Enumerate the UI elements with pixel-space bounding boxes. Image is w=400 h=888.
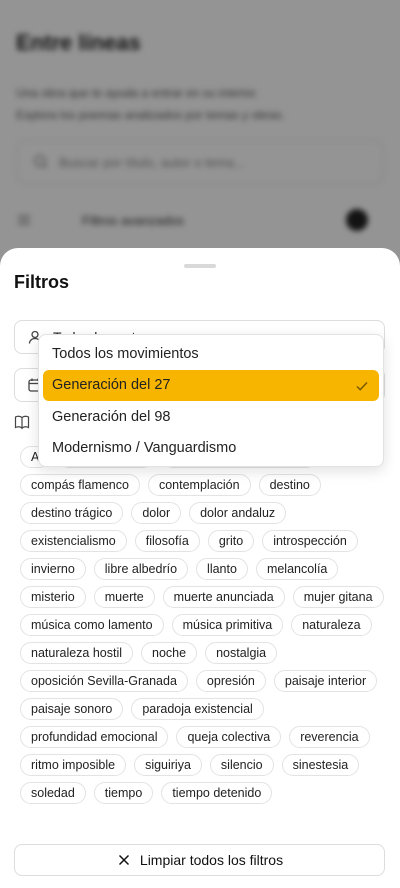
tag-chip[interactable]: oposición Sevilla-Granada	[20, 670, 188, 692]
tag-chip[interactable]: soledad	[20, 782, 86, 804]
sheet-drag-handle[interactable]	[184, 264, 216, 268]
tag-chip[interactable]: tiempo	[93, 782, 154, 804]
tag-chip[interactable]: dolor	[131, 502, 182, 524]
tag-chip[interactable]: profundidad emocional	[20, 726, 169, 748]
book-icon	[14, 415, 30, 430]
tag-chip[interactable]: paisaje sonoro	[20, 698, 124, 720]
tag-chip[interactable]: música primitiva	[171, 614, 284, 636]
tag-chip[interactable]: mujer gitana	[292, 586, 384, 608]
tag-chip[interactable]: nostalgia	[205, 642, 278, 664]
movement-option[interactable]: Generación del 27	[43, 369, 379, 401]
tag-chip[interactable]: naturaleza	[291, 614, 372, 636]
tag-chip[interactable]: misterio	[20, 586, 86, 608]
tag-chip[interactable]: silencio	[209, 754, 274, 776]
sheet-title: Filtros	[14, 272, 70, 292]
tag-chip[interactable]: siguiriya	[134, 754, 202, 776]
tag-chip[interactable]: sinestesia	[281, 754, 360, 776]
tag-chip[interactable]: opresión	[195, 670, 266, 692]
tag-chip[interactable]: reverencia	[289, 726, 370, 748]
tag-chip[interactable]: naturaleza hostil	[20, 642, 134, 664]
tag-chip[interactable]: introspección	[262, 530, 358, 552]
check-icon	[356, 381, 368, 391]
tag-chip[interactable]: paisaje interior	[273, 670, 378, 692]
tag-chip[interactable]: melancolía	[255, 558, 339, 580]
movement-option[interactable]: Generación del 98	[43, 401, 379, 433]
tag-chip[interactable]: libre albedrío	[93, 558, 189, 580]
tag-chip[interactable]: ritmo imposible	[20, 754, 127, 776]
tag-chip[interactable]: grito	[207, 530, 255, 552]
movement-option[interactable]: Modernismo / Vanguardismo	[43, 433, 379, 465]
tag-chip[interactable]: muerte anunciada	[162, 586, 285, 608]
tag-chip[interactable]: paradoja existencial	[131, 698, 264, 720]
clear-filters-button[interactable]: Limpiar todos los filtros	[14, 844, 385, 876]
tag-chip[interactable]: invierno	[20, 558, 86, 580]
tag-chip[interactable]: contemplación	[147, 474, 251, 496]
tag-chip[interactable]: tiempo detenido	[161, 782, 273, 804]
tag-chip[interactable]: llanto	[196, 558, 248, 580]
clear-filters-label: Limpiar todos los filtros	[139, 852, 284, 868]
tag-chip[interactable]: existencialismo	[20, 530, 127, 552]
tag-chip[interactable]: filosofía	[134, 530, 200, 552]
tag-chip[interactable]: muerte	[93, 586, 155, 608]
movement-option[interactable]: Todos los movimientos	[43, 338, 379, 370]
close-icon	[118, 854, 129, 866]
tag-chip[interactable]: noche	[141, 642, 198, 664]
movement-dropdown-menu: Todos los movimientos Generación del 27 Ge…	[38, 334, 384, 467]
tag-chip[interactable]: queja colectiva	[176, 726, 282, 748]
tag-chip[interactable]: compás flamenco	[20, 474, 140, 496]
tag-chip[interactable]: destino	[258, 474, 321, 496]
tag-chip[interactable]: destino trágico	[20, 502, 124, 524]
tag-chip[interactable]: dolor andaluz	[189, 502, 287, 524]
tag-chip[interactable]: música como lamento	[20, 614, 164, 636]
tag-chips: A amor perdidobúsqueda sin respuestacomp…	[20, 446, 386, 804]
